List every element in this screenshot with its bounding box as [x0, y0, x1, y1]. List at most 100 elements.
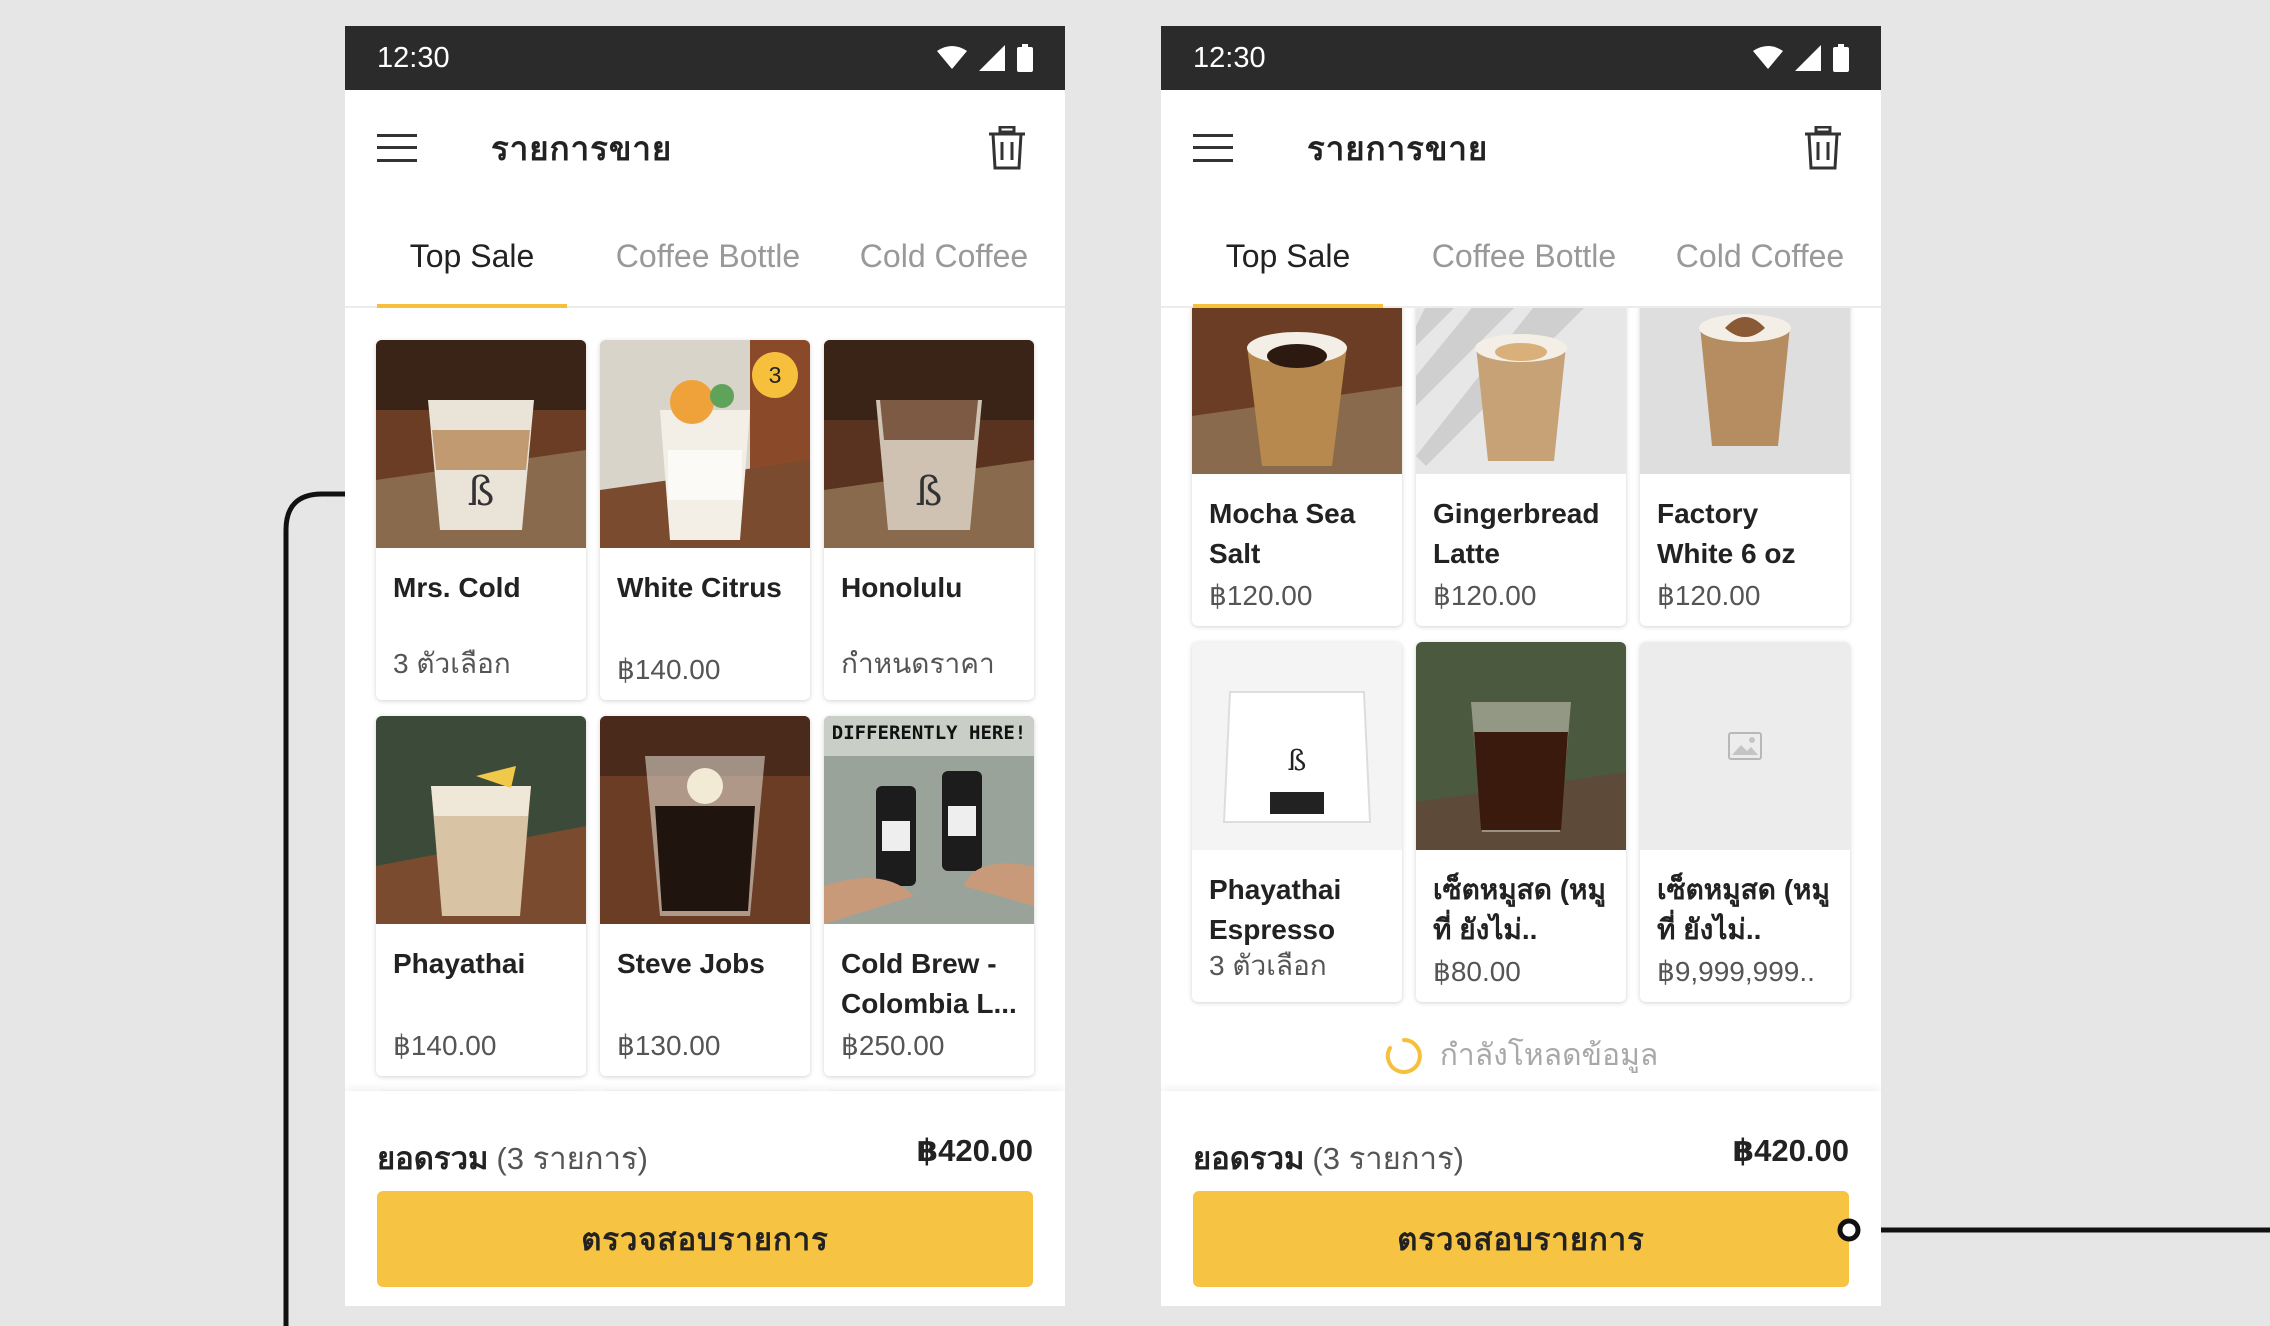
tab-top-sale[interactable]: Top Sale	[377, 206, 567, 306]
product-name: Gingerbread Latte	[1433, 498, 1600, 569]
checkout-button[interactable]: ตรวจสอบรายการ	[1193, 1191, 1849, 1287]
status-time: 12:30	[1193, 41, 1266, 74]
svg-text:ß: ß	[916, 469, 943, 515]
product-image	[1640, 308, 1850, 474]
product-price: ฿120.00	[1433, 580, 1537, 611]
category-tabs: Top Sale Coffee Bottle Cold Coffee	[1161, 206, 1881, 308]
product-name: Factory White 6 oz	[1657, 498, 1796, 569]
flow-connector-right-endpoint	[1837, 1218, 1861, 1242]
product-card[interactable]: Gingerbread Latte ฿120.00	[1416, 308, 1626, 626]
signal-icon	[1795, 45, 1821, 71]
product-image	[1192, 308, 1402, 474]
product-price: ฿120.00	[1209, 580, 1313, 611]
wifi-icon	[1753, 46, 1783, 69]
total-label-text: ยอดรวม	[377, 1141, 489, 1176]
product-image: 3	[600, 340, 810, 548]
tab-coffee-bottle[interactable]: Coffee Bottle	[1409, 206, 1639, 306]
product-image	[1640, 642, 1850, 850]
menu-icon[interactable]	[377, 126, 421, 170]
product-name: เซ็ตหมูสด (หมูที่ ยังไม่..	[1657, 874, 1830, 945]
total-label: ยอดรวม (3 รายการ)	[1193, 1133, 1464, 1183]
product-card[interactable]: Steve Jobs ฿130.00	[600, 716, 810, 1076]
product-image	[600, 716, 810, 924]
product-name: Cold Brew - Colombia L...	[841, 948, 1017, 1019]
product-image	[1416, 308, 1626, 474]
product-image	[376, 716, 586, 924]
product-price: 3 ตัวเลือก	[393, 648, 511, 679]
product-card[interactable]: ß Phayathai Espresso 3 ตัวเลือก	[1192, 642, 1402, 1002]
product-card[interactable]: เซ็ตหมูสด (หมูที่ ยังไม่.. ฿9,999,999..	[1640, 642, 1850, 1002]
product-card[interactable]: DIFFERENTLY HERE! Cold Brew - Colombia L…	[824, 716, 1034, 1076]
loading-text: กำลังโหลดข้อมูล	[1439, 1039, 1659, 1072]
product-name: Steve Jobs	[617, 948, 765, 979]
app-bar: รายการขาย	[1161, 90, 1881, 206]
total-label-text: ยอดรวม	[1193, 1141, 1305, 1176]
product-price: ฿140.00	[393, 1030, 497, 1061]
page-title: รายการขาย	[491, 129, 673, 167]
product-image: ß	[376, 340, 586, 548]
product-card[interactable]: เซ็ตหมูสด (หมูที่ ยังไม่.. ฿80.00	[1416, 642, 1626, 1002]
product-name: Mocha Sea Salt	[1209, 498, 1356, 569]
signal-icon	[979, 45, 1005, 71]
spinner-icon	[1385, 1037, 1422, 1074]
product-image	[1416, 642, 1626, 850]
wifi-icon	[937, 46, 967, 69]
total-amount: ฿420.00	[916, 1133, 1033, 1168]
flow-connector-left	[283, 482, 2270, 1326]
total-item-count: (3 รายการ)	[496, 1141, 648, 1176]
order-summary: ยอดรวม (3 รายการ) ฿420.00 ตรวจสอบรายการ	[1161, 1091, 1881, 1306]
status-bar: 12:30	[345, 26, 1065, 90]
product-image: ß	[1192, 642, 1402, 850]
page-title: รายการขาย	[1307, 129, 1489, 167]
total-item-count: (3 รายการ)	[1312, 1141, 1464, 1176]
tab-coffee-bottle[interactable]: Coffee Bottle	[593, 206, 823, 306]
trash-icon[interactable]	[987, 125, 1031, 170]
product-name: Phayathai Espresso	[1209, 874, 1342, 945]
trash-icon[interactable]	[1803, 125, 1847, 170]
product-name: Phayathai	[393, 948, 526, 979]
battery-icon	[1017, 44, 1033, 72]
product-list[interactable]: ß Mrs. Cold 3 ตัวเลือก 3 White Citrus ฿1…	[345, 308, 1065, 1091]
phone-screen-1: 12:30 รายการขาย Top Sale Coffee Bottle C…	[345, 26, 1065, 1306]
product-price: ฿120.00	[1657, 580, 1761, 611]
product-card[interactable]: Mocha Sea Salt ฿120.00	[1192, 308, 1402, 626]
tab-cold-coffee[interactable]: Cold Coffee	[839, 206, 1049, 306]
product-price: กำหนดราคา	[841, 648, 995, 679]
product-card[interactable]: Phayathai ฿140.00	[376, 716, 586, 1076]
svg-text:ß: ß	[1288, 744, 1307, 777]
product-list[interactable]: Mocha Sea Salt ฿120.00 Gingerbread Latte…	[1161, 308, 1881, 1091]
order-summary: ยอดรวม (3 รายการ) ฿420.00 ตรวจสอบรายการ	[345, 1091, 1065, 1306]
product-image: ß	[824, 340, 1034, 548]
product-price: ฿9,999,999..	[1657, 956, 1815, 987]
checkout-button[interactable]: ตรวจสอบรายการ	[377, 1191, 1033, 1287]
product-price: ฿80.00	[1433, 956, 1521, 987]
app-bar: รายการขาย	[345, 90, 1065, 206]
status-bar: 12:30	[1161, 26, 1881, 90]
product-card[interactable]: ß Mrs. Cold 3 ตัวเลือก	[376, 340, 586, 700]
tab-cold-coffee[interactable]: Cold Coffee	[1655, 206, 1865, 306]
product-price: ฿250.00	[841, 1030, 945, 1061]
product-name: เซ็ตหมูสด (หมูที่ ยังไม่..	[1433, 874, 1606, 945]
product-price: ฿140.00	[617, 654, 721, 685]
image-placeholder-icon	[1728, 732, 1762, 760]
product-name: Honolulu	[841, 572, 963, 603]
product-card[interactable]: 3 White Citrus ฿140.00	[600, 340, 810, 700]
product-name: Mrs. Cold	[393, 572, 521, 603]
product-image: DIFFERENTLY HERE!	[824, 716, 1034, 924]
product-image-caption: DIFFERENTLY HERE!	[831, 722, 1027, 744]
product-name: White Citrus	[617, 572, 782, 603]
loading-indicator: กำลังโหลดข้อมูล	[1161, 1032, 1881, 1079]
quantity-badge: 3	[752, 352, 798, 398]
status-time: 12:30	[377, 41, 450, 74]
product-card[interactable]: Factory White 6 oz ฿120.00	[1640, 308, 1850, 626]
product-price: ฿130.00	[617, 1030, 721, 1061]
category-tabs: Top Sale Coffee Bottle Cold Coffee	[345, 206, 1065, 308]
battery-icon	[1833, 44, 1849, 72]
total-label: ยอดรวม (3 รายการ)	[377, 1133, 648, 1183]
product-price: 3 ตัวเลือก	[1209, 950, 1327, 981]
tab-top-sale[interactable]: Top Sale	[1193, 206, 1383, 306]
total-amount: ฿420.00	[1732, 1133, 1849, 1168]
product-card[interactable]: ß Honolulu กำหนดราคา	[824, 340, 1034, 700]
svg-text:ß: ß	[468, 469, 495, 515]
menu-icon[interactable]	[1193, 126, 1237, 170]
